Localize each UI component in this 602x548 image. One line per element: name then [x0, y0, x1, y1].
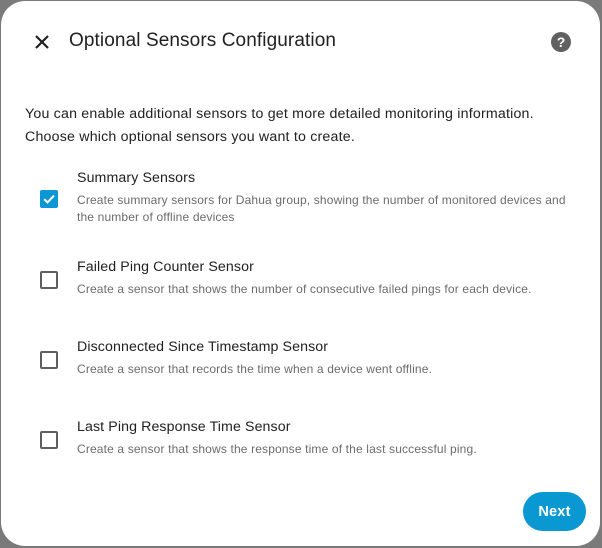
option-description: Create a sensor that shows the response …: [77, 442, 477, 456]
intro-line-1: You can enable additional sensors to get…: [25, 106, 534, 122]
next-button[interactable]: Next: [523, 492, 586, 531]
option-label: Summary Sensors: [77, 170, 196, 186]
summary-sensors-checkbox[interactable]: [40, 190, 58, 208]
failed-ping-counter-checkbox[interactable]: [40, 271, 58, 289]
dialog-title: Optional Sensors Configuration: [69, 30, 337, 51]
svg-text:?: ?: [557, 34, 566, 50]
last-ping-response-checkbox[interactable]: [40, 431, 58, 449]
optional-sensors-dialog: Optional Sensors Configuration ? You can…: [1, 1, 600, 546]
checkmark-icon: [43, 194, 55, 204]
option-description: Create a sensor that shows the number of…: [77, 282, 532, 296]
option-label: Disconnected Since Timestamp Sensor: [77, 339, 329, 355]
help-button[interactable]: ?: [550, 31, 572, 53]
option-label: Failed Ping Counter Sensor: [77, 259, 254, 275]
close-icon: [35, 35, 49, 49]
disconnected-since-checkbox[interactable]: [40, 351, 58, 369]
help-circle-icon: ?: [551, 32, 571, 52]
intro-line-2: Choose which optional sensors you want t…: [25, 128, 355, 145]
option-description: Create summary sensors for Dahua group, …: [77, 193, 566, 224]
close-button[interactable]: [28, 28, 56, 56]
option-description: Create a sensor that records the time wh…: [77, 362, 433, 376]
dialog-description: You can enable additional sensors to get…: [25, 103, 581, 148]
option-label: Last Ping Response Time Sensor: [77, 419, 291, 435]
